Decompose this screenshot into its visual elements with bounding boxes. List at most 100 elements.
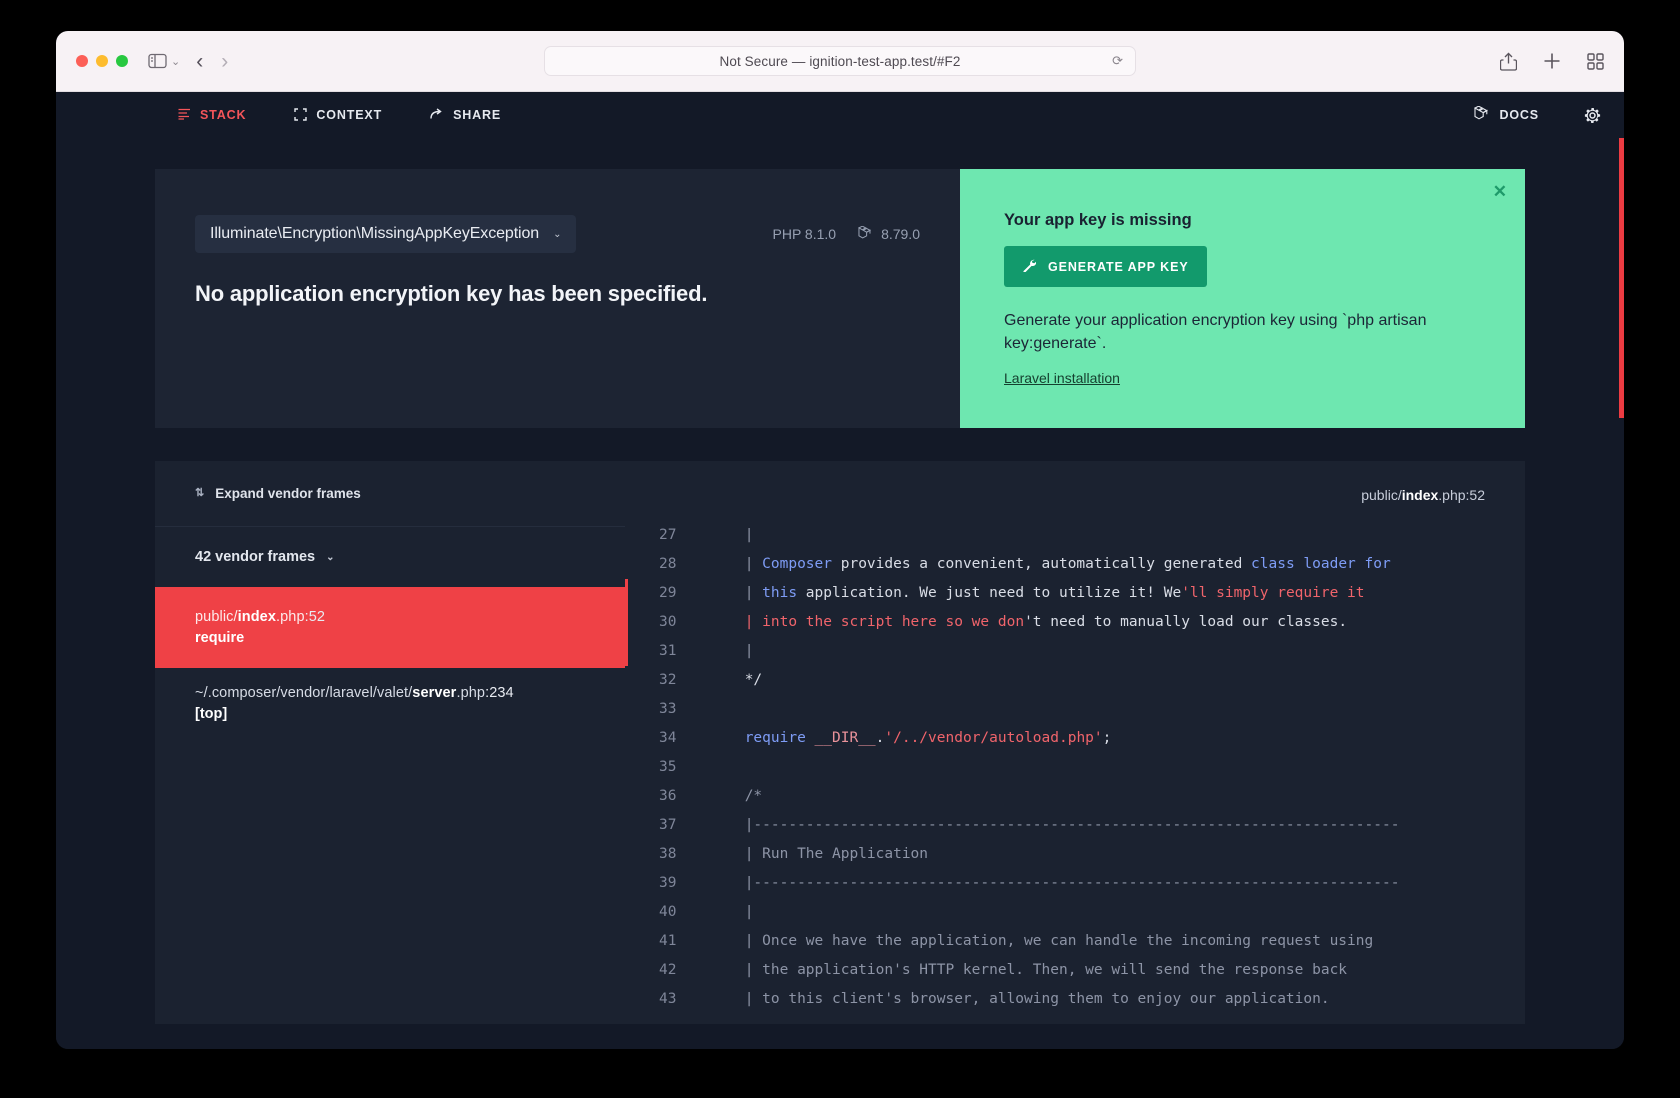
expand-vendor-frames-toggle[interactable]: ⇅ Expand vendor frames (155, 461, 625, 527)
vendor-frames-toggle[interactable]: 42 vendor frames ⌄ (155, 527, 625, 587)
vendor-frames-label: 42 vendor frames (195, 549, 315, 565)
generate-app-key-button[interactable]: GENERATE APP KEY (1004, 246, 1207, 287)
exception-header: Illuminate\Encryption\MissingAppKeyExcep… (155, 169, 1525, 428)
code-line-source: | this application. We just need to util… (705, 579, 1524, 608)
tab-stack-label: STACK (200, 108, 246, 122)
code-line-source: require __DIR__.'/../vendor/autoload.php… (705, 724, 1524, 753)
code-line: 31 | (627, 637, 1524, 666)
url-text: Not Secure — ignition-test-app.test/#F2 (719, 54, 960, 69)
page-scrollbar[interactable] (1619, 138, 1624, 1049)
sidebar-chevron-down-icon[interactable]: ⌄ (171, 55, 180, 68)
code-line: 38 | Run The Application (627, 840, 1524, 869)
expand-vendor-frames-label: Expand vendor frames (215, 486, 361, 501)
ignition-nav-tabs: STACK CONTEXT SHARE (178, 108, 501, 123)
code-line: 43 | to this client's browser, allowing … (627, 985, 1524, 1014)
minimize-window-button[interactable] (96, 55, 108, 67)
reload-icon[interactable]: ⟳ (1112, 53, 1123, 69)
code-line-source: | Run The Application (705, 840, 1524, 869)
laravel-logo-icon (858, 226, 873, 243)
code-line: 27 | (627, 521, 1524, 550)
new-tab-icon[interactable] (1543, 52, 1561, 70)
sidebar-toggle-icon[interactable] (148, 53, 167, 69)
exception-details: Illuminate\Encryption\MissingAppKeyExcep… (155, 169, 960, 428)
wrench-icon (1022, 258, 1036, 275)
exception-class-name: Illuminate\Encryption\MissingAppKeyExcep… (210, 225, 539, 243)
tab-context-label: CONTEXT (316, 108, 382, 122)
code-line-source: |---------------------------------------… (705, 811, 1524, 840)
code-line-number: 32 (627, 666, 705, 695)
code-line: 30 | into the script here so we don't ne… (627, 608, 1524, 637)
frame-item[interactable]: ~/.composer/vendor/laravel/valet/server.… (155, 668, 625, 739)
code-line-number: 36 (627, 782, 705, 811)
code-line-number: 30 (627, 608, 705, 637)
frame-path: ~/.composer/vendor/laravel/valet/server.… (195, 685, 585, 701)
code-line: 32 */ (627, 666, 1524, 695)
frame-path: public/index.php:52 (195, 609, 585, 625)
code-line: 33 (627, 695, 1524, 724)
forward-button[interactable]: › (221, 51, 228, 72)
code-line-number: 41 (627, 927, 705, 956)
scrollbar-thumb[interactable] (1619, 138, 1624, 418)
laravel-version-group: 8.79.0 (858, 226, 920, 243)
code-line-source (705, 753, 1524, 782)
tab-share[interactable]: SHARE (430, 108, 501, 122)
code-line-number: 42 (627, 956, 705, 985)
tab-stack[interactable]: STACK (178, 108, 246, 122)
code-line-source: | the application's HTTP kernel. Then, w… (705, 956, 1524, 985)
code-line-number: 40 (627, 898, 705, 927)
code-line: 28 | Composer provides a convenient, aut… (627, 550, 1524, 579)
solution-panel: ✕ Your app key is missing GENERATE APP K… (960, 169, 1525, 428)
ignition-page: Illuminate\Encryption\MissingAppKeyExcep… (56, 138, 1624, 1049)
code-line: 41 | Once we have the application, we ca… (627, 927, 1524, 956)
exception-meta: PHP 8.1.0 8.79.0 (773, 226, 921, 243)
code-line: 36 /* (627, 782, 1524, 811)
code-line-source: | Once we have the application, we can h… (705, 927, 1524, 956)
laravel-version: 8.79.0 (881, 226, 920, 242)
close-icon[interactable]: ✕ (1493, 183, 1507, 200)
code-line: 29 | this application. We just need to u… (627, 579, 1524, 608)
code-panel: public/index.php:52 27 |28 | Composer pr… (625, 461, 1525, 1024)
frame-function: [top] (195, 706, 585, 722)
browser-toolbar: ⌄ ‹ › Not Secure — ignition-test-app.tes… (56, 31, 1624, 92)
tab-share-label: SHARE (453, 108, 501, 122)
code-filename: public/index.php:52 (625, 461, 1525, 521)
code-line-number: 39 (627, 869, 705, 898)
docs-link[interactable]: DOCS (1474, 106, 1539, 124)
close-window-button[interactable] (76, 55, 88, 67)
code-line-number: 29 (627, 579, 705, 608)
generate-app-key-label: GENERATE APP KEY (1048, 260, 1189, 274)
ignition-nav-right: DOCS (1474, 106, 1602, 125)
exception-message: No application encryption key has been s… (195, 281, 920, 307)
content-container: Illuminate\Encryption\MissingAppKeyExcep… (155, 138, 1525, 1024)
code-lines-table: 27 |28 | Composer provides a convenient,… (625, 521, 1525, 1014)
code-line-number: 27 (627, 521, 705, 550)
gear-icon[interactable] (1583, 106, 1602, 125)
context-icon (294, 108, 307, 123)
code-line-source: | (705, 898, 1524, 927)
code-line: 34 require __DIR__.'/../vendor/autoload.… (627, 724, 1524, 753)
exception-class-dropdown[interactable]: Illuminate\Encryption\MissingAppKeyExcep… (195, 215, 576, 253)
code-line-source (705, 695, 1524, 724)
code-line-number: 28 (627, 550, 705, 579)
code-line-source: | (705, 521, 1524, 550)
tab-overview-icon[interactable] (1587, 53, 1604, 70)
frame-item-active[interactable]: public/index.php:52 require (155, 587, 625, 668)
laravel-logo-icon (1474, 106, 1490, 124)
ignition-navbar: STACK CONTEXT SHARE (56, 92, 1624, 138)
frame-function: require (195, 630, 585, 646)
window-traffic-lights[interactable] (76, 55, 128, 67)
code-line-number: 31 (627, 637, 705, 666)
tab-context[interactable]: CONTEXT (294, 108, 382, 123)
code-line: 35 (627, 753, 1524, 782)
code-line-source: /* (705, 782, 1524, 811)
browser-window: ⌄ ‹ › Not Secure — ignition-test-app.tes… (56, 31, 1624, 1049)
share-icon[interactable] (1500, 52, 1517, 71)
code-line: 39 |------------------------------------… (627, 869, 1524, 898)
navigation-arrows[interactable]: ‹ › (196, 51, 228, 72)
address-bar[interactable]: Not Secure — ignition-test-app.test/#F2 … (544, 46, 1136, 76)
php-version: PHP 8.1.0 (773, 226, 837, 242)
maximize-window-button[interactable] (116, 55, 128, 67)
laravel-installation-link[interactable]: Laravel installation (1004, 370, 1120, 386)
back-button[interactable]: ‹ (196, 51, 203, 72)
solution-description: Generate your application encryption key… (1004, 309, 1474, 355)
